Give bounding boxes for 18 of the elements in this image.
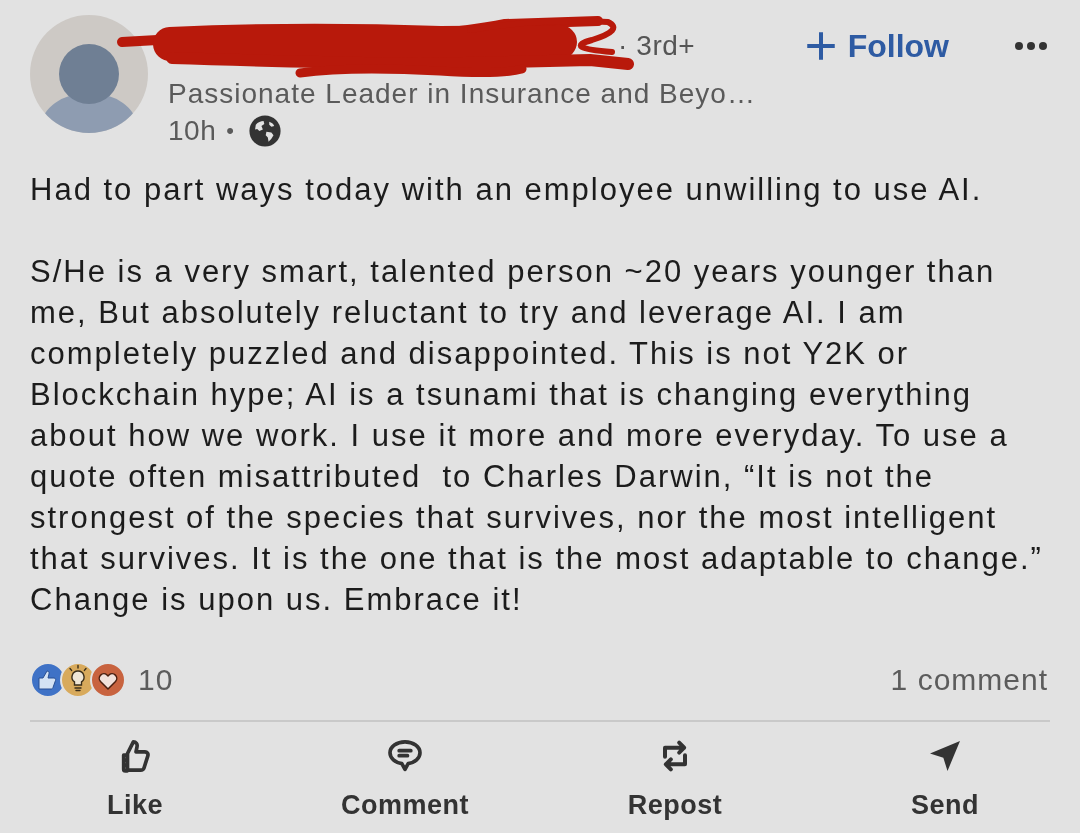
comment-count-link[interactable]: 1 comment (890, 660, 1048, 700)
connection-separator: · (618, 29, 628, 63)
post-paragraph: Had to part ways today with an employee unwilling to use AI. (30, 171, 984, 209)
heart-reaction-icon (90, 662, 126, 698)
author-headline: Passionate Leader in Insurance and Beyo… (168, 77, 756, 111)
avatar-silhouette[interactable] (30, 15, 148, 133)
reaction-count: 10 (138, 662, 174, 698)
post-action-button[interactable]: Send (810, 722, 1080, 828)
post-action-button[interactable]: Comment (270, 722, 540, 828)
post-time: 10h (168, 114, 217, 148)
plus-icon (805, 31, 836, 61)
follow-button[interactable]: Follow (805, 26, 949, 66)
more-options-icon[interactable] (1015, 42, 1047, 50)
connection-degree: 3rd+ (636, 29, 696, 63)
post-action-button[interactable]: Like (0, 722, 270, 828)
time-separator: • (226, 117, 234, 145)
post-action-button[interactable]: Repost (540, 722, 810, 828)
post-paragraph: S/He is a very smart, talented person ~20 years younger than me, But absolutely reluctant to try and leverage AI. I am completely puzzled and disappointed. This is not Y2K or Blockchain hype; AI is a tsunami that is changing everything about how we work. I use it more and more everyday. To use a quote often misattributed to Charles Darwin, “It is not the strongest of the species that survives, nor the most intelligent that survives. It is the one that is the most adaptable to change.” Change is upon us. Embrace it! (30, 253, 1044, 619)
